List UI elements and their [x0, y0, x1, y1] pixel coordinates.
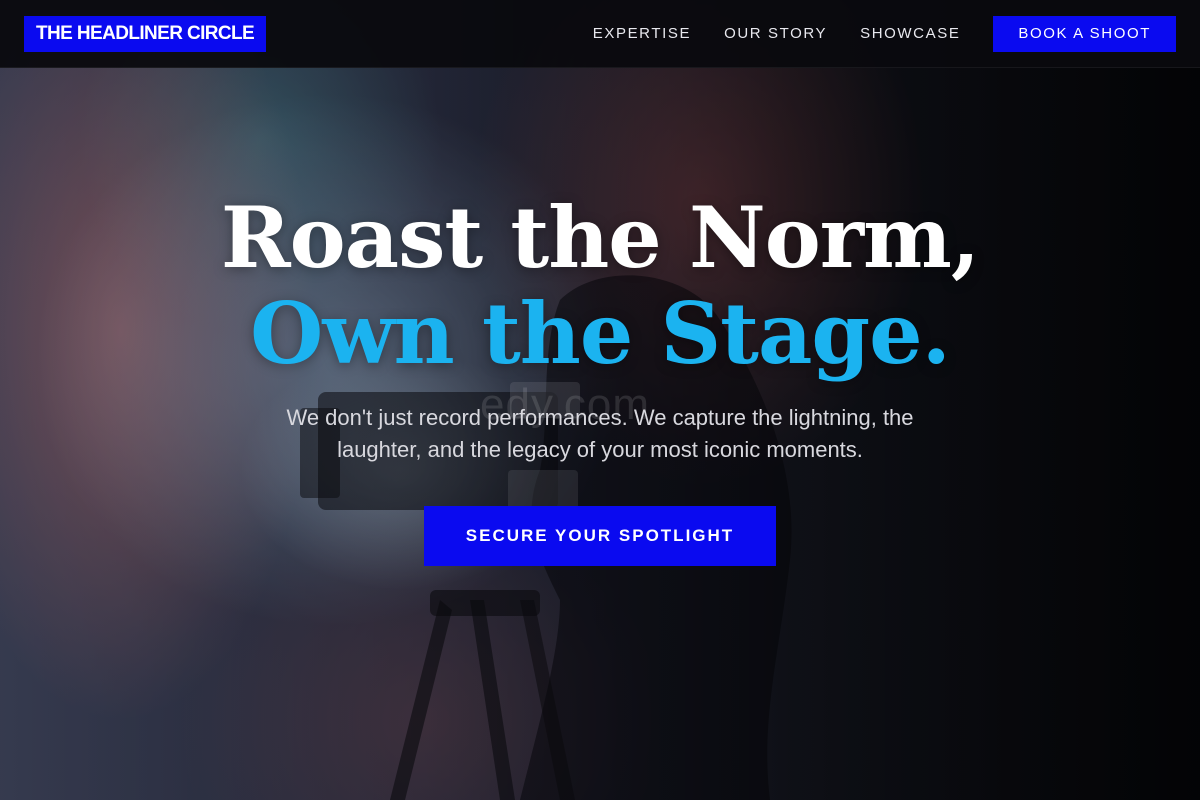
headline-line-2: Own the Stage. — [250, 284, 951, 383]
top-navigation: THE HEADLINER CIRCLE EXPERTISE OUR STORY… — [0, 0, 1200, 68]
hero-subtext: We don't just record performances. We ca… — [286, 405, 914, 462]
hero-headline: Roast the Norm, Own the Stage. — [0, 190, 1200, 382]
secure-your-spotlight-button[interactable]: SECURE YOUR SPOTLIGHT — [424, 506, 776, 566]
nav-link-expertise[interactable]: EXPERTISE — [593, 25, 691, 42]
nav-link-showcase[interactable]: SHOWCASE — [860, 25, 960, 42]
page: edy.com THE HEADLINER CIRCLE EXPERTISE O… — [0, 0, 1200, 800]
nav-links: EXPERTISE OUR STORY SHOWCASE BOOK A SHOO… — [593, 15, 1176, 52]
headline-line-1: Roast the Norm, — [220, 188, 980, 287]
nav-link-our-story[interactable]: OUR STORY — [724, 25, 827, 42]
hero-section: Roast the Norm, Own the Stage. We don't … — [0, 190, 1200, 566]
site-logo[interactable]: THE HEADLINER CIRCLE — [24, 15, 267, 52]
book-a-shoot-button[interactable]: BOOK A SHOOT — [993, 15, 1176, 52]
